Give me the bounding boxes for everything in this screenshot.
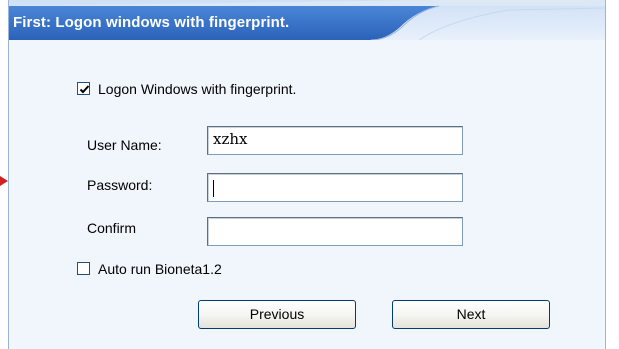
password-label: Password: <box>87 177 153 193</box>
autorun-checkbox[interactable] <box>77 262 90 275</box>
password-input[interactable] <box>207 173 463 202</box>
logon-fingerprint-label: Logon Windows with fingerprint. <box>98 81 297 97</box>
red-arrow-icon <box>0 173 8 186</box>
previous-button[interactable]: Previous <box>198 300 356 329</box>
text-caret <box>213 180 214 197</box>
user-name-label: User Name: <box>87 137 162 153</box>
checkmark-icon <box>79 85 90 94</box>
confirm-label: Confirm <box>87 220 137 236</box>
wizard-panel: First: Logon windows with fingerprint. L… <box>8 0 606 349</box>
confirm-input[interactable] <box>207 217 463 246</box>
title-bar: First: Logon windows with fingerprint. <box>9 0 605 40</box>
next-button[interactable]: Next <box>392 300 550 329</box>
dialog-title: First: Logon windows with fingerprint. <box>13 14 290 31</box>
autorun-label: Auto run Bioneta1.2 <box>98 261 222 277</box>
logon-fingerprint-checkbox[interactable] <box>77 82 90 95</box>
user-name-input[interactable]: xzhx <box>207 126 463 155</box>
